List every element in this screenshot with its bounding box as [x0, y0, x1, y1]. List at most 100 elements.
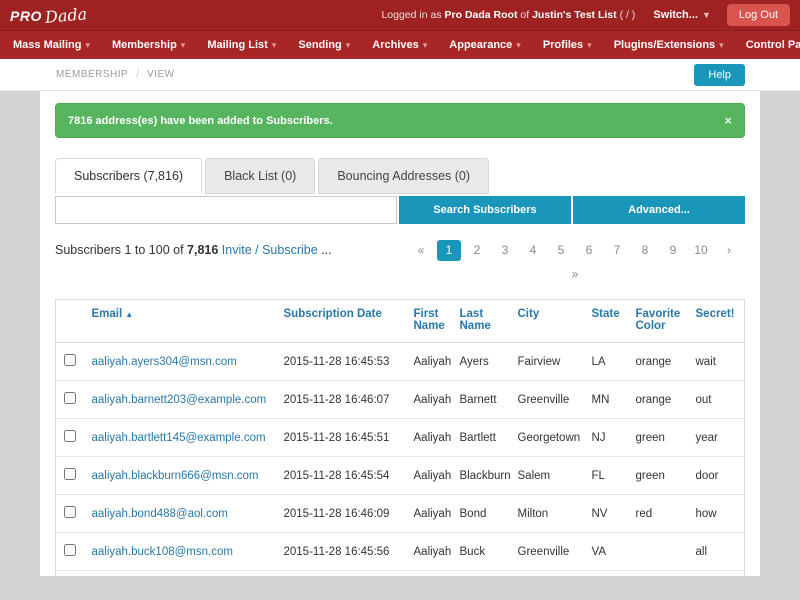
login-user-name: Pro Dada Root [445, 9, 518, 21]
help-button[interactable]: Help [694, 64, 745, 86]
cell-state: MN [584, 381, 628, 419]
cell-email: aaliyah.buck108@msn.com [84, 533, 276, 571]
alert-message: 7816 address(es) have been added to Subs… [68, 115, 333, 127]
pager-page-1[interactable]: 1 [437, 240, 461, 261]
col-header-subscription-date[interactable]: Subscription Date [276, 300, 406, 343]
search-subscribers-button[interactable]: Search Subscribers [399, 196, 571, 224]
table-row: aaliyah.ayers304@msn.com2015-11-28 16:45… [56, 343, 745, 381]
cell-secret: wait [688, 343, 745, 381]
col-header-state[interactable]: State [584, 300, 628, 343]
column-label: Secret! [696, 308, 735, 320]
subscribers-table: Email▲Subscription DateFirst NameLast Na… [55, 299, 745, 576]
row-checkbox[interactable] [64, 392, 76, 404]
login-suffix: ( / ) [620, 9, 636, 21]
email-link[interactable]: aaliyah.bartlett145@example.com [92, 432, 266, 444]
table-row: aaliyah.cohen815@yahoo.com2015-11-28 16:… [56, 571, 745, 577]
col-header-last-name[interactable]: Last Name [452, 300, 510, 343]
row-checkbox[interactable] [64, 354, 76, 366]
advanced-button[interactable]: Advanced... [573, 196, 745, 224]
cell-city: Greenville [510, 381, 584, 419]
pager-page-2[interactable]: 2 [465, 240, 489, 261]
col-header-favorite-color[interactable]: Favorite Color [628, 300, 688, 343]
row-checkbox[interactable] [64, 506, 76, 518]
chevron-down-icon: ▼ [702, 10, 711, 20]
pager-page-8[interactable]: 8 [633, 240, 657, 261]
content-panel: 7816 address(es) have been added to Subs… [40, 91, 760, 576]
nav-item-archives[interactable]: Archives▾ [361, 31, 438, 59]
cell-favorite-color: green [628, 457, 688, 495]
sort-asc-icon: ▲ [125, 310, 133, 319]
email-link[interactable]: aaliyah.bond488@aol.com [92, 508, 228, 520]
cell-secret: all [688, 533, 745, 571]
breadcrumb-page: VIEW [147, 69, 175, 80]
nav-item-label: Appearance [449, 39, 512, 51]
nav-item-mass-mailing[interactable]: Mass Mailing▾ [2, 31, 101, 59]
tab-subscribers-7-816[interactable]: Subscribers (7,816) [55, 158, 202, 194]
nav-item-mailing-list[interactable]: Mailing List▾ [196, 31, 287, 59]
logo-pro-text: PRO [10, 8, 42, 24]
email-link[interactable]: aaliyah.buck108@msn.com [92, 546, 233, 558]
cell-subscription-date: 2015-11-28 16:45:51 [276, 419, 406, 457]
nav-item-profiles[interactable]: Profiles▾ [532, 31, 603, 59]
cell-last-name: Blackburn [452, 457, 510, 495]
search-input[interactable] [55, 196, 397, 224]
nav-item-sending[interactable]: Sending▾ [287, 31, 361, 59]
pager-page-7[interactable]: 7 [605, 240, 629, 261]
col-header-secret[interactable]: Secret! [688, 300, 745, 343]
col-header-city[interactable]: City [510, 300, 584, 343]
tab-bouncing-addresses-0[interactable]: Bouncing Addresses (0) [318, 158, 489, 194]
cell-first-name: Aaliyah [406, 495, 452, 533]
nav-item-plugins-extensions[interactable]: Plugins/Extensions▾ [603, 31, 735, 59]
cell-checkbox [56, 571, 84, 577]
cell-subscription-date: 2015-11-28 16:46:09 [276, 495, 406, 533]
nav-item-label: Archives [372, 39, 418, 51]
app-logo[interactable]: PRO Dada [10, 6, 87, 25]
logout-button[interactable]: Log Out [727, 4, 790, 26]
pager-page-5[interactable]: 5 [549, 240, 573, 261]
nav-item-membership[interactable]: Membership▾ [101, 31, 196, 59]
cell-city: Georgetown [510, 419, 584, 457]
cell-checkbox [56, 495, 84, 533]
col-header-first-name[interactable]: First Name [406, 300, 452, 343]
cell-first-name: Aaliyah [406, 343, 452, 381]
pager-last-icon[interactable]: » [563, 264, 587, 285]
chevron-down-icon: ▾ [587, 40, 592, 51]
pager-next-icon[interactable]: › [717, 240, 741, 261]
pager-page-3[interactable]: 3 [493, 240, 517, 261]
pager-page-4[interactable]: 4 [521, 240, 545, 261]
login-list-name[interactable]: Justin's Test List [532, 9, 617, 21]
pager-prev-icon[interactable]: « [409, 240, 433, 261]
cell-favorite-color: orange [628, 381, 688, 419]
email-link[interactable]: aaliyah.barnett203@example.com [92, 394, 267, 406]
col-header-email[interactable]: Email▲ [84, 300, 276, 343]
cell-secret: out [688, 381, 745, 419]
invite-subscribe-link[interactable]: Invite / Subscribe [222, 243, 318, 257]
cell-first-name: Aaliyah [406, 419, 452, 457]
email-link[interactable]: aaliyah.ayers304@msn.com [92, 356, 237, 368]
cell-secret: door [688, 457, 745, 495]
breadcrumb-section[interactable]: MEMBERSHIP [56, 69, 128, 80]
cell-city: Salem [510, 571, 584, 577]
close-icon[interactable]: × [724, 114, 732, 127]
row-checkbox[interactable] [64, 544, 76, 556]
cell-first-name: Aaliyah [406, 381, 452, 419]
nav-item-appearance[interactable]: Appearance▾ [438, 31, 532, 59]
cell-favorite-color: red [628, 495, 688, 533]
email-link[interactable]: aaliyah.blackburn666@msn.com [92, 470, 259, 482]
row-checkbox[interactable] [64, 468, 76, 480]
pager-page-6[interactable]: 6 [577, 240, 601, 261]
nav-item-label: Mass Mailing [13, 39, 81, 51]
summary-row: Subscribers 1 to 100 of 7,816 Invite / S… [55, 240, 745, 285]
tab-black-list-0[interactable]: Black List (0) [205, 158, 315, 194]
cell-checkbox [56, 457, 84, 495]
cell-last-name: Buck [452, 533, 510, 571]
row-checkbox[interactable] [64, 430, 76, 442]
cell-favorite-color [628, 533, 688, 571]
cell-state: KS [584, 571, 628, 577]
pager-page-9[interactable]: 9 [661, 240, 685, 261]
switch-dropdown[interactable]: Switch... ▼ [653, 9, 711, 21]
pager-page-10[interactable]: 10 [689, 240, 713, 261]
cell-last-name: Bond [452, 495, 510, 533]
nav-item-control-panel-settings[interactable]: Control Panel Settings▾ [735, 31, 800, 59]
cell-city: Salem [510, 457, 584, 495]
